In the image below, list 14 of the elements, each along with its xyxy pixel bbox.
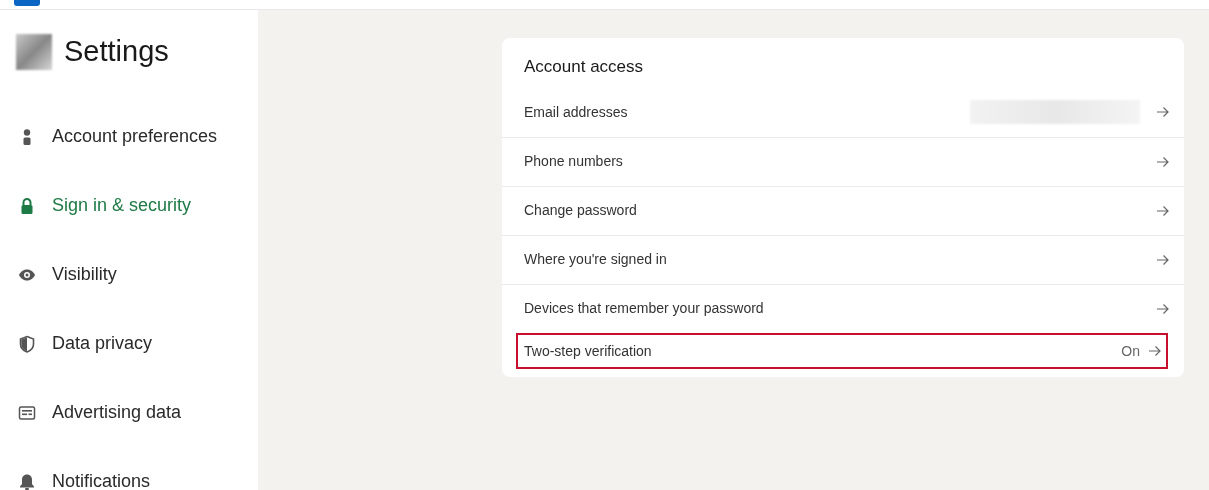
settings-row[interactable]: Devices that remember your password xyxy=(502,283,1184,333)
sidebar-item[interactable]: Account preferences xyxy=(16,122,258,151)
settings-row[interactable]: Email addresses xyxy=(502,87,1184,137)
sidebar-item[interactable]: Notifications xyxy=(16,467,258,490)
sidebar-item[interactable]: Data privacy xyxy=(16,329,258,358)
settings-row[interactable]: Change password xyxy=(502,185,1184,235)
settings-row[interactable]: Phone numbers xyxy=(502,136,1184,186)
sidebar-item[interactable]: Visibility xyxy=(16,260,258,289)
card-title: Account access xyxy=(523,56,645,78)
sidebar-item[interactable]: Advertising data xyxy=(16,398,258,427)
sidebar-item[interactable]: Sign in & security xyxy=(16,191,258,220)
settings-row[interactable]: Where you're signed in xyxy=(502,234,1184,284)
page-title: Settings xyxy=(64,34,169,69)
settings-row[interactable]: Two-step verification On xyxy=(516,332,1168,369)
